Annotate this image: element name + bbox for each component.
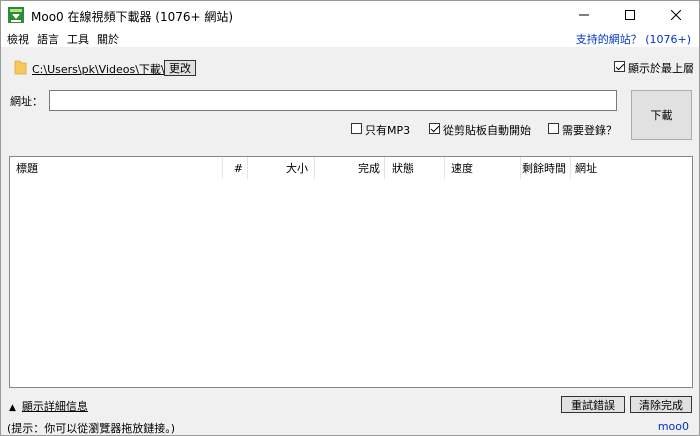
- column-status-label: 狀態: [392, 162, 414, 175]
- supported-sites-link[interactable]: 支持的網站？ (1076+): [576, 31, 691, 47]
- column-title-label: 標題: [16, 162, 38, 175]
- maximize-icon: [625, 10, 635, 20]
- column-header-url[interactable]: 網址: [571, 157, 692, 179]
- download-list-table[interactable]: 標題 # 大小 完成 狀態 速度 剩餘時間 網址: [9, 156, 693, 388]
- download-button[interactable]: 下載: [631, 90, 692, 140]
- window-title: Moo0 在線視頻下載器 (1076+ 網站): [31, 10, 234, 24]
- column-done-label: 完成: [358, 162, 380, 175]
- change-folder-button[interactable]: 更改: [164, 60, 196, 76]
- column-number-label: #: [233, 161, 243, 175]
- column-header-title[interactable]: 標題: [10, 157, 223, 179]
- column-header-size[interactable]: 大小: [248, 157, 315, 179]
- column-header-number[interactable]: #: [223, 157, 248, 179]
- mp3-only-checkbox[interactable]: [351, 123, 362, 134]
- column-speed-label: 速度: [451, 162, 473, 175]
- clear-completed-button[interactable]: 清除完成: [630, 396, 692, 413]
- menu-language[interactable]: 語言: [37, 31, 59, 47]
- always-on-top-checkbox[interactable]: [614, 61, 625, 72]
- output-folder-path[interactable]: C:\Users\pk\Videos\下載\: [32, 61, 165, 77]
- auto-clipboard-label: 從剪貼板自動開始: [443, 124, 531, 137]
- url-label: 網址：: [10, 95, 43, 108]
- folder-icon: [14, 60, 27, 75]
- drag-drop-hint: (提示：你可以從瀏覽器拖放鏈接。): [7, 422, 176, 435]
- app-window: Moo0 在線視頻下載器 (1076+ 網站) 檢視 語言 工具 關於 支持的網…: [0, 0, 700, 436]
- menu-view[interactable]: 檢視: [7, 31, 29, 47]
- auto-clipboard-checkbox[interactable]: [429, 123, 440, 134]
- requires-login-label: 需要登錄？: [562, 124, 617, 137]
- menu-bar: 檢視 語言 工具 關於 支持的網站？ (1076+): [1, 29, 699, 47]
- menu-about[interactable]: 關於: [97, 31, 119, 47]
- column-size-label: 大小: [286, 162, 308, 175]
- show-details-label: 顯示詳細信息: [21, 400, 88, 413]
- chevron-up-icon: ▲: [9, 403, 16, 413]
- mp3-only-label: 只有MP3: [365, 124, 411, 137]
- retry-errors-button[interactable]: 重試錯誤: [561, 396, 625, 413]
- column-header-remaining[interactable]: 剩餘時間: [521, 157, 571, 179]
- url-input[interactable]: [49, 90, 617, 111]
- title-bar: Moo0 在線視頻下載器 (1076+ 網站): [1, 1, 699, 29]
- column-remaining-label: 剩餘時間: [522, 162, 566, 175]
- column-header-speed[interactable]: 速度: [445, 157, 521, 179]
- moo0-link[interactable]: moo0: [658, 420, 689, 433]
- minimize-icon: [579, 14, 589, 16]
- column-url-label: 網址: [575, 162, 597, 175]
- column-header-done[interactable]: 完成: [315, 157, 385, 179]
- minimize-button[interactable]: [561, 1, 607, 29]
- requires-login-checkbox[interactable]: [548, 123, 559, 134]
- column-header-status[interactable]: 狀態: [385, 157, 445, 179]
- close-button[interactable]: [653, 1, 699, 29]
- always-on-top-label: 顯示於最上層: [628, 62, 694, 75]
- app-logo-icon: [8, 7, 24, 23]
- show-details-toggle[interactable]: ▲ 顯示詳細信息: [9, 398, 88, 414]
- maximize-button[interactable]: [607, 1, 653, 29]
- close-icon: [671, 10, 681, 20]
- menu-tools[interactable]: 工具: [67, 31, 89, 47]
